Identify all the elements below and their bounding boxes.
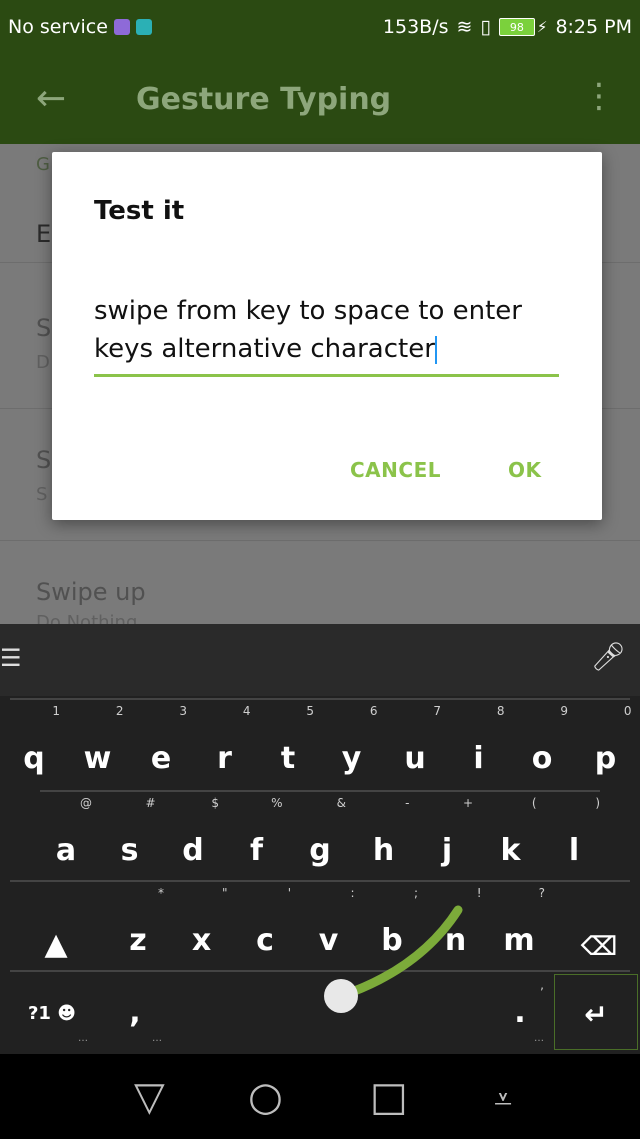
clock: 8:25 PM <box>555 16 632 38</box>
notification-icon <box>135 19 152 35</box>
gesture-trail <box>324 905 463 1013</box>
list-item-title: S <box>36 314 52 342</box>
notification-icon <box>113 19 130 35</box>
recents-nav-icon[interactable]: □ <box>370 1074 408 1120</box>
home-nav-icon[interactable]: ○ <box>248 1074 283 1120</box>
list-item[interactable]: Swipe up Do Nothing <box>0 540 640 633</box>
test-input[interactable]: swipe from key to space to enter keys al… <box>94 292 559 377</box>
back-nav-icon[interactable]: ▽ <box>134 1074 165 1120</box>
ok-button[interactable]: OK <box>508 458 542 482</box>
status-bar: No service 153B/s ≋ ▯ 98 ⚡ 8:25 PM <box>0 0 640 58</box>
test-dialog: Test it swipe from key to space to enter… <box>52 152 602 520</box>
list-item-subtitle: S <box>36 484 48 505</box>
swipe-pointer <box>324 979 358 1013</box>
list-item-title: S <box>36 446 52 474</box>
notification-pulldown-icon[interactable]: ⩡ <box>494 1080 512 1119</box>
keyboard: ☰ 🎤︎ 1q2w3e4r5t6y7u8i9o0p @ a # s $ d% f & g - h + j… <box>0 624 640 1054</box>
status-right: 153B/s ≋ ▯ 98 ⚡ 8:25 PM <box>383 16 632 38</box>
app-bar: ← Gesture Typing ⋮ <box>0 58 640 144</box>
battery-icon: 98 <box>498 18 535 36</box>
page-title: Gesture Typing <box>136 82 392 117</box>
status-left: No service <box>8 16 152 38</box>
dialog-title: Test it <box>94 196 185 226</box>
overflow-menu-icon[interactable]: ⋮ <box>582 76 616 116</box>
list-item-subtitle: D <box>36 352 50 373</box>
navigation-bar: ▽ ○ □ ⩡ <box>0 1054 640 1139</box>
text-cursor <box>434 335 437 364</box>
sim-icon: ▯ <box>480 16 491 38</box>
wifi-icon: ≋ <box>456 16 473 38</box>
charging-icon: ⚡ <box>536 18 548 36</box>
swipe-path <box>336 905 463 1001</box>
list-item-title: E <box>36 220 52 248</box>
test-input-value: swipe from key to space to enter keys al… <box>94 296 522 364</box>
carrier-label: No service <box>8 16 108 38</box>
back-arrow-icon[interactable]: ← <box>36 78 66 119</box>
network-speed: 153B/s <box>382 16 449 38</box>
cancel-button[interactable]: CANCEL <box>350 458 441 482</box>
list-item-title: Swipe up <box>36 578 146 606</box>
